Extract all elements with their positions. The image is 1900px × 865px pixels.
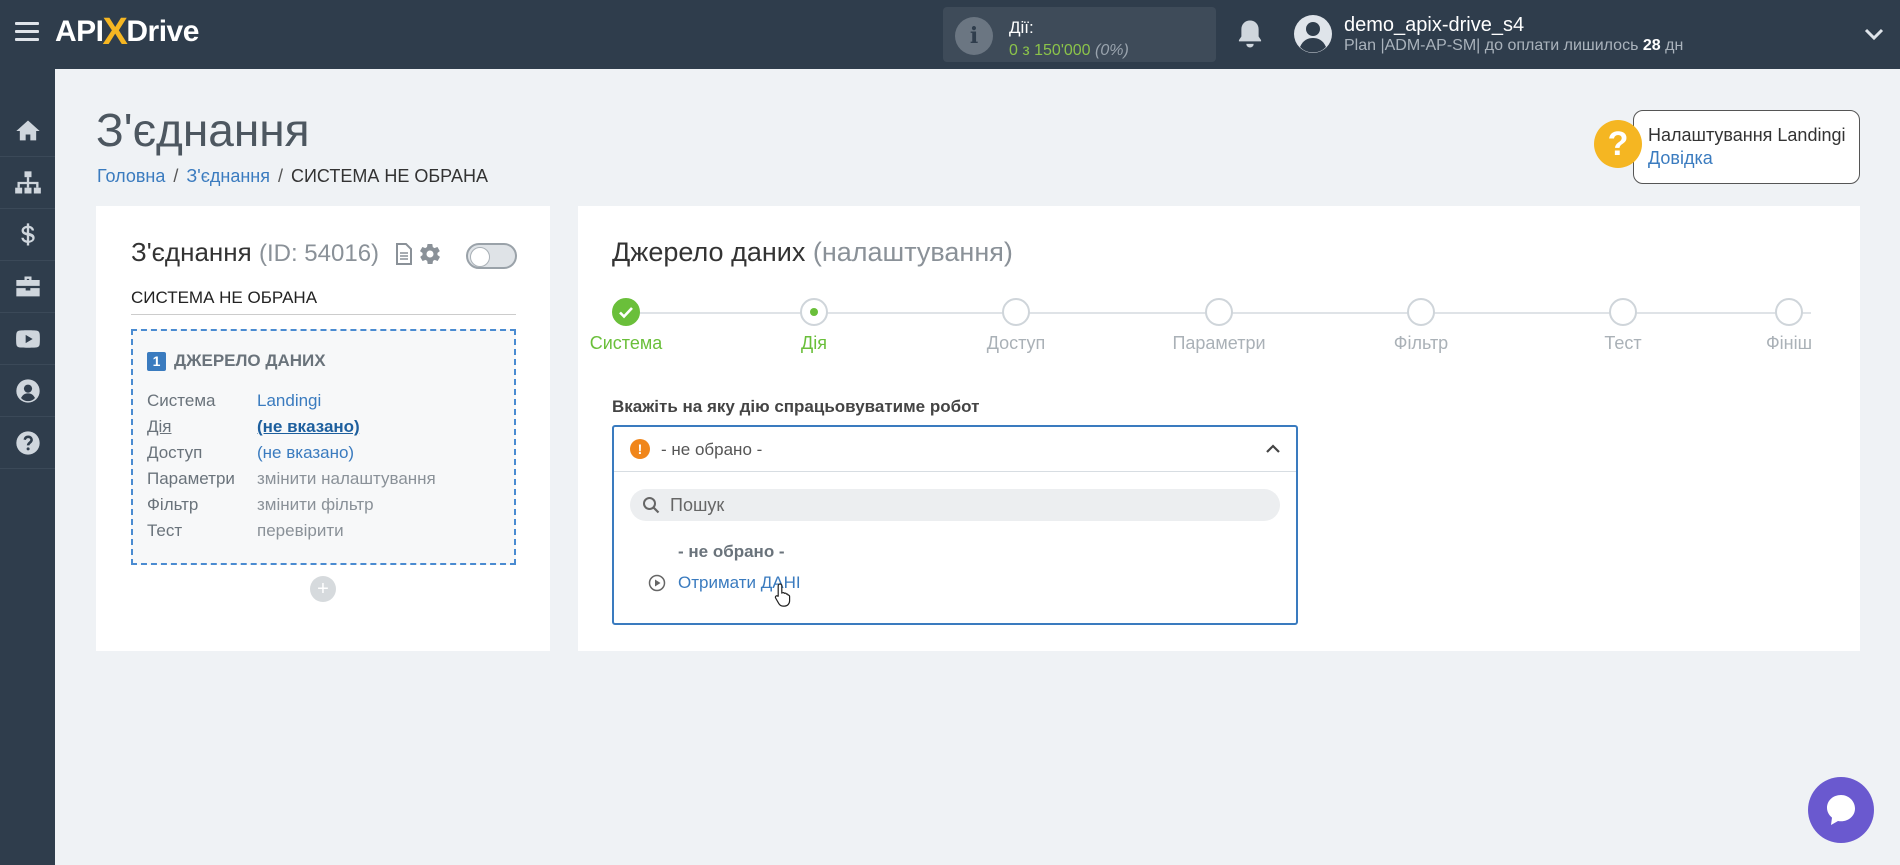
- step-access[interactable]: Доступ: [946, 298, 1086, 354]
- help-link[interactable]: Довідка: [1648, 148, 1859, 169]
- step-finish[interactable]: Фініш: [1719, 298, 1859, 354]
- datasource-title: Джерело даних (налаштування): [612, 237, 1013, 267]
- dropdown-header[interactable]: ! - не обрано -: [614, 427, 1296, 472]
- sitemap-icon: [14, 170, 41, 193]
- breadcrumb-connections[interactable]: З'єднання: [186, 166, 270, 186]
- step-label: Система: [589, 333, 663, 353]
- avatar[interactable]: [1293, 14, 1333, 54]
- source-card[interactable]: 1 ДЖЕРЕЛО ДАНИХ Система Landingi Дія (не вк…: [131, 329, 516, 565]
- dollar-icon: [20, 222, 35, 245]
- top-bar: API X Drive i Дії: 0 з 150'000 (0%) demo_a…: [0, 0, 1900, 69]
- step-dot: [1609, 298, 1637, 326]
- dropdown-option-none[interactable]: - не обрано -: [678, 542, 785, 562]
- hand-cursor-icon: [774, 583, 791, 607]
- actions-value: 0 з 150'000 (0%): [1009, 42, 1129, 59]
- breadcrumb-current: СИСТЕМА НЕ ОБРАНА: [291, 166, 488, 186]
- source-system-value[interactable]: Landingi: [257, 391, 321, 411]
- step-label: Тест: [1604, 333, 1642, 353]
- chat-icon: [1827, 795, 1855, 825]
- briefcase-icon: [15, 276, 40, 296]
- add-destination-button[interactable]: +: [310, 576, 336, 602]
- action-dropdown[interactable]: ! - не обрано - - не обрано - Отримати Д…: [612, 425, 1298, 625]
- step-system[interactable]: Система: [556, 298, 696, 354]
- breadcrumb: Головна / З'єднання / СИСТЕМА НЕ ОБРАНА: [97, 166, 488, 187]
- step-label: Фініш: [1765, 333, 1813, 353]
- page-title: З'єднання: [96, 104, 310, 156]
- step-label: Доступ: [986, 333, 1046, 353]
- step-dot: [1407, 298, 1435, 326]
- step-dot: [1205, 298, 1233, 326]
- sidebar: [0, 69, 55, 865]
- step-params[interactable]: Параметри: [1149, 298, 1289, 354]
- user-name[interactable]: demo_apix-drive_s4: [1344, 14, 1524, 37]
- chevron-up-icon[interactable]: [1264, 441, 1282, 457]
- action-select-label: Вкажіть на яку дію спрацьовуватиме робот: [612, 397, 980, 416]
- connection-panel: З'єднання (ID: 54016) СИСТЕМА НЕ ОБРАНА …: [96, 206, 550, 651]
- logo[interactable]: API X Drive: [55, 10, 199, 53]
- home-icon: [15, 120, 40, 140]
- step-dot: [1775, 298, 1803, 326]
- source-access-value[interactable]: (не вказано): [257, 443, 354, 463]
- sidebar-item-help[interactable]: [0, 417, 55, 469]
- breadcrumb-separator: /: [277, 166, 283, 186]
- search-icon: [643, 497, 660, 514]
- source-params-value[interactable]: змінити налаштування: [257, 469, 436, 489]
- check-icon: [612, 298, 640, 326]
- dropdown-selected-value: - не обрано -: [661, 440, 763, 459]
- play-circle-icon: [648, 574, 666, 592]
- logo-text-drive: Drive: [126, 15, 199, 48]
- source-number-badge: 1: [147, 351, 166, 371]
- sidebar-item-billing[interactable]: [0, 209, 55, 261]
- question-icon[interactable]: ?: [1594, 120, 1642, 168]
- dropdown-search[interactable]: [630, 489, 1280, 521]
- document-icon[interactable]: [394, 243, 414, 265]
- step-filter[interactable]: Фільтр: [1351, 298, 1491, 354]
- info-icon: i: [955, 17, 993, 55]
- step-dot: [800, 298, 828, 326]
- source-filter-value[interactable]: змінити фільтр: [257, 495, 374, 515]
- logo-text-x: X: [102, 10, 128, 53]
- step-test[interactable]: Тест: [1553, 298, 1693, 354]
- connection-system-label: СИСТЕМА НЕ ОБРАНА: [131, 288, 516, 315]
- help-icon: [15, 430, 40, 455]
- step-label: Дія: [801, 333, 827, 353]
- sidebar-item-home[interactable]: [0, 105, 55, 157]
- datasource-panel: Джерело даних (налаштування) Система Дія…: [578, 206, 1860, 651]
- youtube-icon: [15, 329, 40, 348]
- source-test-value[interactable]: перевірити: [257, 521, 344, 541]
- step-label: Фільтр: [1393, 333, 1449, 353]
- chat-button[interactable]: [1808, 777, 1874, 843]
- step-label: Параметри: [1172, 333, 1266, 353]
- sidebar-item-video[interactable]: [0, 313, 55, 365]
- gear-icon[interactable]: [418, 242, 442, 266]
- source-action-value[interactable]: (не вказано): [257, 417, 360, 437]
- actions-counter[interactable]: i Дії: 0 з 150'000 (0%): [943, 7, 1216, 62]
- step-action[interactable]: Дія: [744, 298, 884, 354]
- bell-icon[interactable]: [1235, 18, 1265, 50]
- user-plan: Plan |ADM-AP-SM| до оплати лишилось 28 д…: [1344, 37, 1684, 54]
- actions-label: Дії:: [1009, 18, 1034, 37]
- sidebar-item-account[interactable]: [0, 365, 55, 417]
- step-dot: [1002, 298, 1030, 326]
- breadcrumb-separator: /: [173, 166, 179, 186]
- connection-id: (ID: 54016): [258, 240, 380, 267]
- search-input[interactable]: [670, 494, 1260, 516]
- chevron-down-icon[interactable]: [1862, 24, 1886, 44]
- connection-toggle[interactable]: [466, 243, 517, 269]
- logo-text-api: API: [55, 15, 104, 48]
- help-title: Налаштування Landingi: [1648, 125, 1846, 145]
- sidebar-item-services[interactable]: [0, 261, 55, 313]
- source-heading: 1 ДЖЕРЕЛО ДАНИХ: [147, 351, 326, 371]
- help-box[interactable]: Налаштування Landingi Довідка: [1633, 110, 1860, 184]
- menu-icon[interactable]: [15, 22, 39, 42]
- sidebar-item-connections[interactable]: [0, 157, 55, 209]
- breadcrumb-home[interactable]: Головна: [97, 166, 165, 186]
- warning-icon: !: [630, 439, 650, 459]
- connection-title: З'єднання (ID: 54016): [131, 237, 380, 267]
- user-icon: [15, 378, 40, 403]
